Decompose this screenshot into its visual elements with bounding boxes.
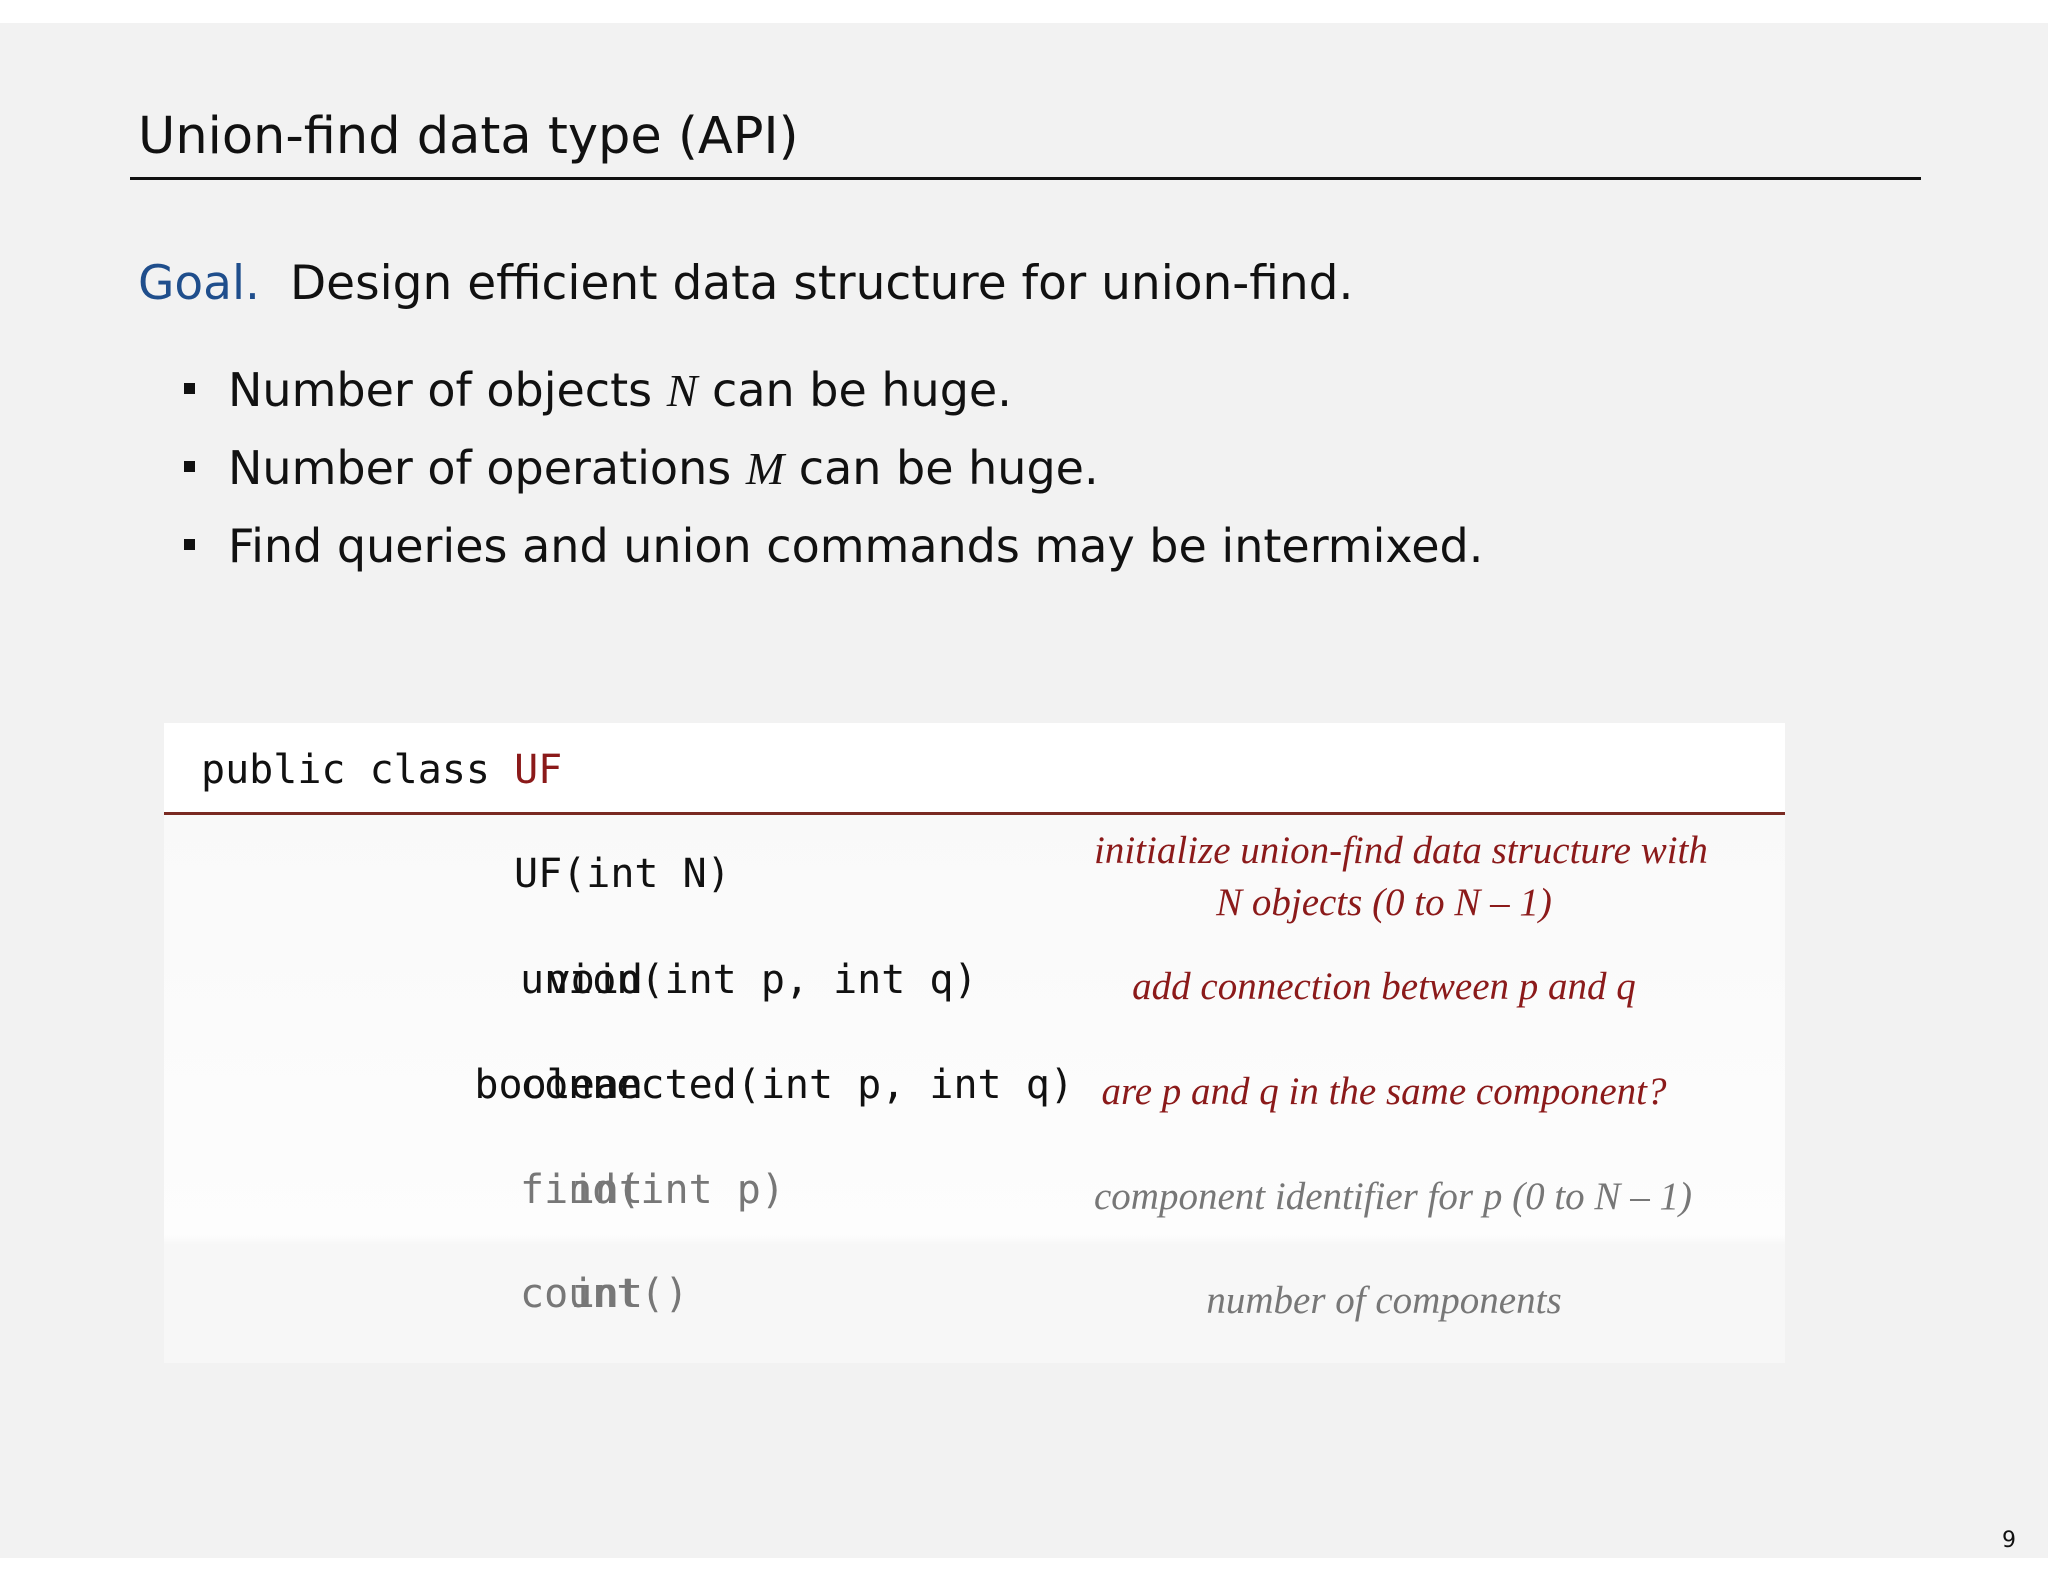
- api-table: public class UF UF(int N) initialize uni…: [164, 723, 1785, 1363]
- bullet-text-end: can be huge.: [784, 441, 1099, 495]
- method-description: add connection between p and q: [1094, 961, 1674, 1013]
- method-signature: count(): [520, 1271, 689, 1317]
- goal-text: Design efficient data structure for unio…: [289, 256, 1354, 311]
- square-bullet-icon: [184, 383, 195, 394]
- class-declaration-prefix: public class: [201, 747, 515, 793]
- description-line: add connection between p and q: [1132, 965, 1636, 1008]
- bullet-text: Number of objects: [228, 363, 667, 417]
- api-row-union: void union(int p, int q) add connection …: [164, 925, 1785, 1030]
- api-header: public class UF: [164, 723, 1785, 813]
- method-description: number of components: [1094, 1275, 1674, 1327]
- api-row-count: int count() number of components: [164, 1239, 1785, 1343]
- square-bullet-icon: [184, 539, 195, 550]
- method-signature: find(int p): [520, 1167, 785, 1213]
- method-description: are p and q in the same component?: [1094, 1066, 1674, 1118]
- bullet-text-end: can be huge.: [697, 363, 1012, 417]
- class-declaration: public class UF: [201, 747, 562, 793]
- slide-title: Union-find data type (API): [138, 107, 799, 166]
- goal-statement: Goal. Design efficient data structure for…: [138, 256, 1353, 311]
- method-description: initialize union-find data structure wit…: [1094, 825, 1708, 929]
- square-bullet-icon: [184, 461, 195, 472]
- title-divider: [130, 177, 1921, 180]
- bullet-item: Find queries and union commands may be i…: [180, 507, 1483, 585]
- method-signature: union(int p, int q): [520, 957, 978, 1003]
- description-line: N objects (0 to N – 1): [1216, 881, 1552, 924]
- api-row-constructor: UF(int N) initialize union-find data str…: [164, 815, 1785, 925]
- bullet-variable: M: [745, 443, 785, 494]
- bullet-variable: N: [666, 365, 698, 416]
- bullet-text: Number of operations: [228, 441, 746, 495]
- api-row-connected: boolean connected(int p, int q) are p an…: [164, 1030, 1785, 1135]
- method-description: component identifier for p (0 to N – 1): [1094, 1171, 1692, 1223]
- description-line: number of components: [1206, 1279, 1562, 1322]
- description-line: component identifier for p (0 to N – 1): [1094, 1175, 1692, 1218]
- goal-bullet-list: Number of objects N can be huge. Number …: [180, 351, 1483, 585]
- class-name: UF: [514, 747, 563, 793]
- goal-label: Goal.: [138, 256, 260, 311]
- page-number: 9: [2002, 1528, 2016, 1553]
- method-signature: connected(int p, int q): [520, 1062, 1074, 1108]
- description-line: initialize union-find data structure wit…: [1094, 829, 1708, 872]
- api-method-list: UF(int N) initialize union-find data str…: [164, 815, 1785, 1363]
- bullet-text: Find queries and union commands may be i…: [228, 519, 1484, 573]
- api-row-find: int find(int p) component identifier for…: [164, 1135, 1785, 1239]
- bullet-item: Number of objects N can be huge.: [180, 351, 1483, 429]
- slide: Union-find data type (API) Goal. Design e…: [0, 23, 2048, 1558]
- bullet-item: Number of operations M can be huge.: [180, 429, 1483, 507]
- description-line: are p and q in the same component?: [1101, 1070, 1667, 1113]
- method-signature: UF(int N): [514, 851, 731, 897]
